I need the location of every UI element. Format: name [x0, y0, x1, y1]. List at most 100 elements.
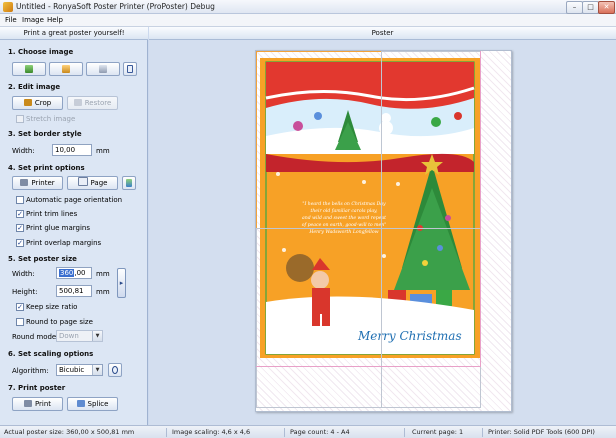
- status-separator: [166, 428, 167, 437]
- menu-bar: File Image Help: [0, 14, 616, 27]
- trim-lines-label: Print trim lines: [26, 210, 78, 218]
- window-icon: [127, 65, 133, 73]
- scaling-options-title: 6. Set scaling options: [8, 350, 94, 358]
- round-to-page-checkbox[interactable]: [16, 318, 24, 326]
- preview-icon: [126, 179, 132, 187]
- algorithm-label: Algorithm:: [12, 367, 49, 375]
- poster-height-input[interactable]: 500,81: [56, 285, 92, 297]
- close-button[interactable]: ✕: [598, 1, 615, 14]
- round-mode-value: Down: [59, 332, 79, 340]
- left-panel-header: Print a great poster yourself!: [0, 27, 148, 40]
- image-open-icon: [25, 65, 33, 73]
- print-label: Print: [34, 400, 52, 408]
- magnifier-icon: [112, 366, 118, 374]
- splice-icon: [76, 400, 85, 407]
- border-width-label: Width:: [12, 147, 35, 155]
- overlap-line-horizontal: [256, 366, 481, 367]
- page-tile-4[interactable]: [381, 228, 481, 408]
- border-style-title: 3. Set border style: [8, 130, 82, 138]
- poster-canvas[interactable]: "I heard the bells on Christmas Day thei…: [255, 50, 512, 412]
- page-button[interactable]: Page: [67, 176, 118, 190]
- status-current-page: Current page: 1: [412, 428, 464, 436]
- round-to-page-label: Round to page size: [26, 318, 93, 326]
- status-separator: [284, 428, 285, 437]
- restore-icon: [73, 99, 82, 106]
- poster-height-unit: mm: [96, 288, 110, 296]
- status-page-count: Page count: 4 - A4: [290, 428, 350, 436]
- scan-image-button[interactable]: [86, 62, 120, 76]
- crop-label: Crop: [34, 99, 52, 107]
- page-icon: [77, 177, 88, 186]
- glue-margins-checkbox[interactable]: ✓: [16, 224, 24, 232]
- printer-button[interactable]: Printer: [12, 176, 63, 190]
- maximize-button[interactable]: □: [582, 1, 599, 14]
- print-button[interactable]: Print: [12, 397, 63, 411]
- poster-width-rest: ,00: [74, 269, 86, 277]
- printer-icon: [20, 179, 29, 186]
- choose-image-title: 1. Choose image: [8, 48, 74, 56]
- round-mode-select[interactable]: Down ▼: [56, 330, 103, 342]
- poster-panel-header: Poster: [149, 27, 616, 40]
- page-tile-3[interactable]: [256, 228, 382, 408]
- poster-size-title: 5. Set poster size: [8, 255, 77, 263]
- edit-image-title: 2. Edit image: [8, 83, 61, 91]
- menu-help[interactable]: Help: [47, 16, 63, 24]
- page-preview-button[interactable]: [122, 176, 136, 190]
- page-tile-1[interactable]: [256, 51, 382, 229]
- page-tile-2[interactable]: [381, 51, 481, 229]
- stretch-image-label: Stretch image: [26, 115, 76, 123]
- left-panel: Print a great poster yourself! 1. Choose…: [0, 27, 148, 425]
- status-separator: [482, 428, 483, 437]
- overlap-line-vertical: [480, 51, 481, 367]
- splice-label: Splice: [87, 400, 109, 408]
- link-ratio-toggle[interactable]: ▸: [117, 268, 126, 298]
- crop-icon: [23, 99, 32, 106]
- overlap-margins-label: Print overlap margins: [26, 239, 102, 247]
- poster-width-selection: 360: [59, 269, 75, 277]
- menu-file[interactable]: File: [5, 16, 17, 24]
- open-image-button[interactable]: [12, 62, 46, 76]
- restore-label: Restore: [84, 99, 112, 107]
- auto-orientation-checkbox[interactable]: [16, 196, 24, 204]
- poster-width-label: Width:: [12, 270, 35, 278]
- status-separator: [404, 428, 405, 437]
- scaling-preview-button[interactable]: [108, 363, 122, 377]
- stretch-image-checkbox[interactable]: [16, 115, 24, 123]
- minimize-button[interactable]: –: [566, 1, 583, 14]
- chevron-down-icon: ▼: [92, 331, 102, 341]
- poster-height-label: Height:: [12, 288, 38, 296]
- print-options-title: 4. Set print options: [8, 164, 85, 172]
- status-printer: Printer: Solid PDF Tools (600 DPI): [488, 428, 595, 436]
- splice-button[interactable]: Splice: [67, 397, 118, 411]
- poster-width-input[interactable]: 360,00: [56, 267, 92, 279]
- status-bar: Actual poster size: 360,00 x 500,81 mm I…: [0, 425, 616, 438]
- trim-lines-checkbox[interactable]: ✓: [16, 210, 24, 218]
- crop-button[interactable]: Crop: [12, 96, 63, 110]
- algorithm-value: Bicubic: [59, 366, 85, 374]
- algorithm-select[interactable]: Bicubic ▼: [56, 364, 103, 376]
- image-options-button[interactable]: [123, 62, 137, 76]
- scanner-icon: [99, 65, 107, 73]
- chevron-down-icon: ▼: [92, 365, 102, 375]
- poster-panel: Poster "I heard the bells on Christmas D…: [149, 27, 616, 425]
- page-label: Page: [90, 179, 108, 187]
- print-poster-title: 7. Print poster: [8, 384, 66, 392]
- clipboard-image-button[interactable]: [49, 62, 83, 76]
- keep-size-ratio-checkbox[interactable]: ✓: [16, 303, 24, 311]
- menu-image[interactable]: Image: [22, 16, 44, 24]
- auto-orientation-label: Automatic page orientation: [26, 196, 123, 204]
- window-title: Untitled - RonyaSoft Poster Printer (Pro…: [16, 2, 215, 11]
- poster-width-unit: mm: [96, 270, 110, 278]
- clipboard-icon: [62, 65, 70, 73]
- status-image-scaling: Image scaling: 4,6 x 4,6: [172, 428, 251, 436]
- overlap-margins-checkbox[interactable]: ✓: [16, 239, 24, 247]
- border-width-input[interactable]: 10,00: [52, 144, 92, 156]
- app-icon: [3, 2, 13, 12]
- glue-margins-label: Print glue margins: [26, 224, 91, 232]
- status-poster-size: Actual poster size: 360,00 x 500,81 mm: [4, 428, 135, 436]
- title-bar: Untitled - RonyaSoft Poster Printer (Pro…: [0, 0, 616, 14]
- round-mode-label: Round mode:: [12, 333, 59, 341]
- restore-button[interactable]: Restore: [67, 96, 118, 110]
- border-width-unit: mm: [96, 147, 110, 155]
- printer-icon: [23, 400, 32, 407]
